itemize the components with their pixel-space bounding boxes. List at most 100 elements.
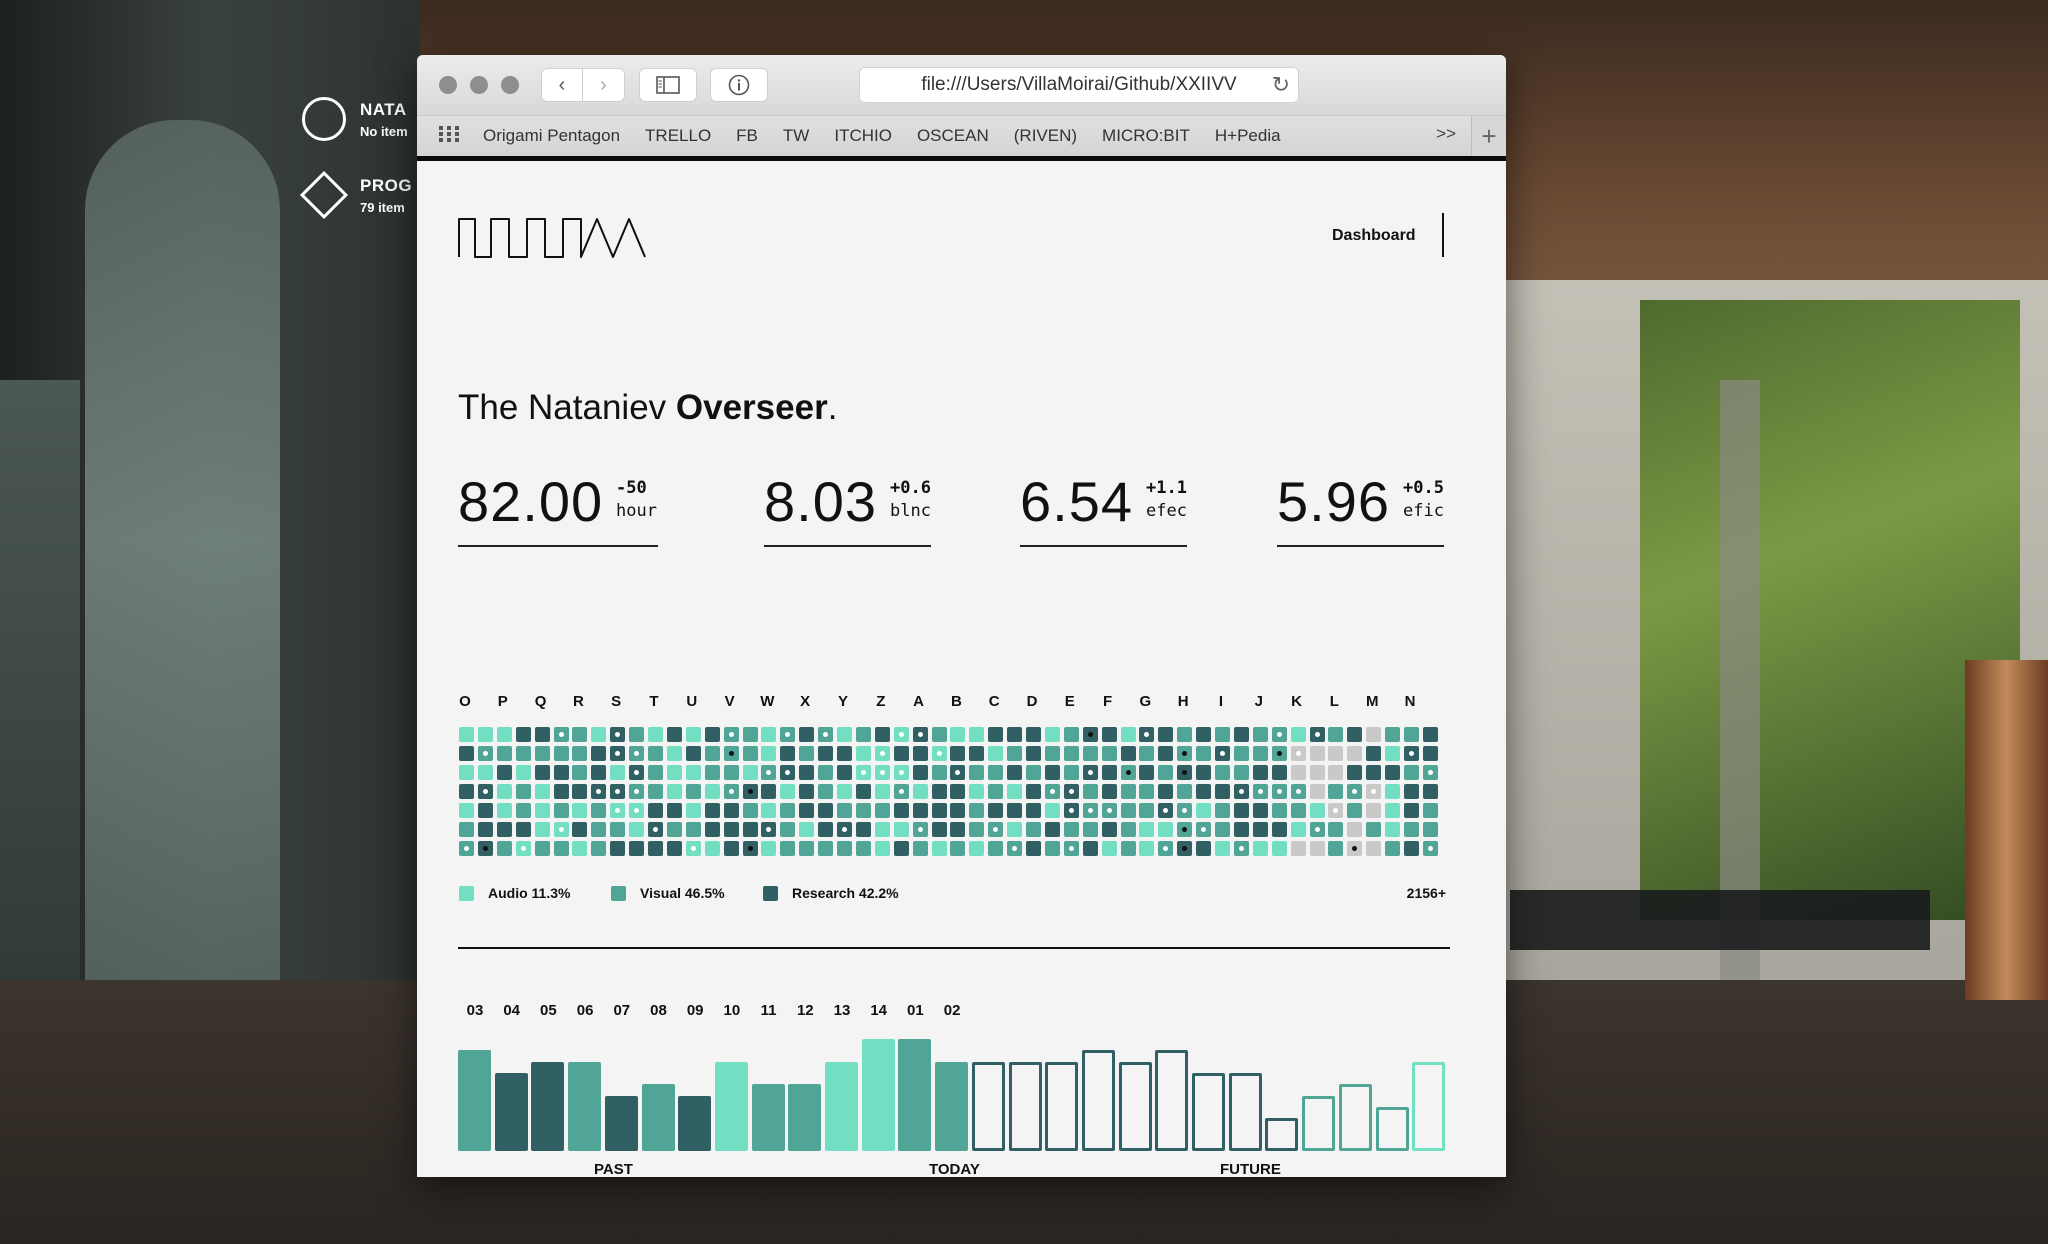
desktop-item-nataniev[interactable]: NATA No item [302, 97, 408, 141]
grid-cell [648, 765, 663, 780]
bar-week-label: 12 [796, 1002, 814, 1019]
grid-cell [931, 784, 947, 799]
grid-cell [1271, 841, 1287, 856]
legend-label: Visual 46.5% [640, 885, 725, 901]
grid-cell [1404, 784, 1419, 799]
grid-cell [1347, 784, 1363, 799]
grid-cell [477, 822, 493, 837]
bar-future [1302, 1096, 1336, 1151]
grid-cell [515, 784, 531, 799]
forward-button[interactable]: › [583, 68, 625, 102]
bar-week-label: 07 [613, 1002, 631, 1019]
bookmark-hpedia[interactable]: H+Pedia [1215, 126, 1281, 146]
grid-cell [1252, 822, 1268, 837]
grid-cell [761, 784, 777, 799]
grid-cell [572, 727, 588, 742]
grid-column-label: Y [837, 693, 848, 710]
sidebar-toggle-button[interactable] [639, 68, 697, 102]
bookmark-trello[interactable]: TRELLO [645, 126, 711, 146]
grid-cell [648, 727, 663, 742]
dashboard-link[interactable]: Dashboard [1332, 227, 1416, 245]
grid-cell [1158, 803, 1174, 818]
address-bar[interactable]: file:///Users/VillaMoirai/Github/XXIIVV … [859, 67, 1299, 103]
bar-future [1118, 1062, 1152, 1151]
grid-cell [1101, 727, 1117, 742]
grid-column-label: S [611, 693, 622, 710]
grid-cell [950, 765, 966, 780]
grid-cell [1139, 727, 1155, 742]
grid-cell [1215, 746, 1230, 761]
grid-cell [855, 727, 871, 742]
bar-week-label: 08 [650, 1002, 667, 1019]
total-count: 2156+ [1406, 885, 1446, 901]
grid-cell [837, 841, 852, 856]
grid-cell [685, 841, 701, 856]
grid-cell [572, 784, 588, 799]
bookmark-microbit[interactable]: MICRO:BIT [1102, 126, 1190, 146]
bar-past [788, 1084, 822, 1151]
grid-cell [629, 765, 645, 780]
bar-future [1412, 1062, 1446, 1151]
grid-column-label: P [497, 693, 508, 710]
bookmarks-overflow-button[interactable]: >> [1436, 124, 1456, 144]
bookmark-origami-pentagon[interactable]: Origami Pentagon [483, 126, 620, 146]
grid-cell [742, 841, 758, 856]
grid-cell [477, 841, 493, 856]
back-button[interactable]: ‹ [541, 68, 583, 102]
chevron-right-icon: › [600, 73, 607, 96]
page-info-button[interactable] [710, 68, 768, 102]
grid-cell [1120, 746, 1136, 761]
bg-lamp [1965, 660, 2048, 1000]
grid-cell [1366, 841, 1382, 856]
grid-cell [591, 765, 607, 780]
new-tab-button[interactable]: + [1471, 116, 1506, 156]
bar-week-label: 04 [503, 1002, 521, 1019]
grid-column-label: B [950, 693, 962, 710]
bookmark-riven[interactable]: (RIVEN) [1014, 126, 1077, 146]
grid-cell [553, 727, 569, 742]
grid-cell [1366, 803, 1382, 818]
bookmark-oscean[interactable]: OSCEAN [917, 126, 989, 146]
bar-week-label: 05 [540, 1002, 557, 1019]
grid-cell [799, 746, 815, 761]
bookmark-fb[interactable]: FB [736, 126, 758, 146]
grid-cell [855, 746, 871, 761]
grid-cell [893, 822, 909, 837]
grid-cell [553, 803, 569, 818]
grid-cell [1215, 727, 1230, 742]
grid-cell [496, 746, 512, 761]
minimize-window-button[interactable] [470, 76, 488, 94]
grid-cell [1366, 727, 1382, 742]
bookmark-itchio[interactable]: ITCHIO [834, 126, 892, 146]
desktop-item-projects[interactable]: PROG 79 item [299, 170, 412, 220]
grid-cell [553, 784, 569, 799]
grid-cell [704, 803, 720, 818]
grid-cell [459, 841, 474, 856]
stat-delta: +1.1 [1146, 478, 1187, 498]
grid-cell [610, 765, 626, 780]
grid-cell [1252, 803, 1268, 818]
grid-cell [893, 841, 909, 856]
grid-cell [742, 727, 758, 742]
stat-blnc: 8.03 +0.6 blnc [764, 469, 931, 547]
grid-cell [893, 803, 909, 818]
grid-cell [1309, 784, 1325, 799]
legend-label: Audio 11.3% [488, 885, 571, 901]
bar-future [1265, 1118, 1299, 1151]
grid-cell [1177, 803, 1193, 818]
grid-icon[interactable] [439, 125, 461, 147]
grid-cell [1196, 803, 1212, 818]
close-window-button[interactable] [439, 76, 457, 94]
reload-icon[interactable]: ↻ [1272, 72, 1290, 98]
bar-week-label: 13 [833, 1002, 851, 1019]
grid-cell [874, 841, 890, 856]
zoom-window-button[interactable] [501, 76, 519, 94]
grid-cell [931, 803, 947, 818]
grid-cell [1063, 727, 1079, 742]
grid-cell [534, 746, 550, 761]
grid-cell [1177, 841, 1193, 856]
grid-cell [1139, 784, 1155, 799]
grid-cell [799, 803, 815, 818]
grid-cell [515, 841, 531, 856]
bookmark-tw[interactable]: TW [783, 126, 809, 146]
